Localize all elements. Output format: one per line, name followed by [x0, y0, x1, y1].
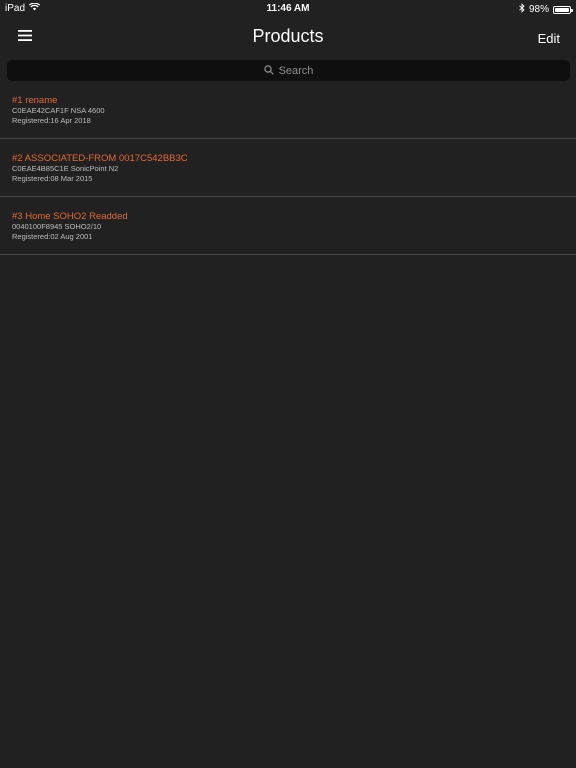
list-item[interactable]: #2 ASSOCIATED-FROM 0017C542BB3C C0EAE4B8…: [0, 139, 576, 197]
list-item[interactable]: #1 rename C0EAE42CAF1F NSA 4600 Register…: [0, 81, 576, 139]
battery-fill: [555, 7, 569, 12]
battery-icon: [553, 5, 573, 14]
list-item[interactable]: #3 Home SOHO2 Readded 0040100F8945 SOHO2…: [0, 197, 576, 255]
search-placeholder: Search: [278, 64, 314, 77]
status-right: 98%: [519, 3, 573, 16]
product-title: #2 ASSOCIATED-FROM 0017C542BB3C: [12, 153, 188, 164]
product-registered: Registered:08 Mar 2015: [12, 174, 93, 183]
battery-percent: 98%: [528, 4, 549, 15]
product-serial-model: C0EAE42CAF1F NSA 4600: [12, 106, 105, 115]
menu-button[interactable]: [12, 24, 38, 50]
product-list: #1 rename C0EAE42CAF1F NSA 4600 Register…: [0, 81, 576, 255]
hamburger-menu-icon: [18, 28, 32, 46]
product-title: #3 Home SOHO2 Readded: [12, 211, 128, 222]
edit-button[interactable]: Edit: [538, 31, 560, 46]
product-registered: Registered:02 Aug 2001: [12, 232, 93, 241]
search-input[interactable]: Search: [7, 60, 570, 81]
product-serial-model: 0040100F8945 SOHO2/10: [12, 222, 102, 231]
page-title: Products: [252, 26, 324, 46]
bluetooth-icon: [519, 3, 525, 16]
status-bar: iPad 11:46 AM 98%: [0, 0, 576, 16]
status-time: 11:46 AM: [266, 3, 310, 14]
product-serial-model: C0EAE4B85C1E SonicPoint N2: [12, 164, 119, 173]
product-title: #1 rename: [12, 95, 58, 106]
search-icon: [263, 62, 274, 80]
product-registered: Registered:16 Apr 2018: [12, 116, 91, 125]
nav-bar: Products Edit: [0, 16, 576, 58]
